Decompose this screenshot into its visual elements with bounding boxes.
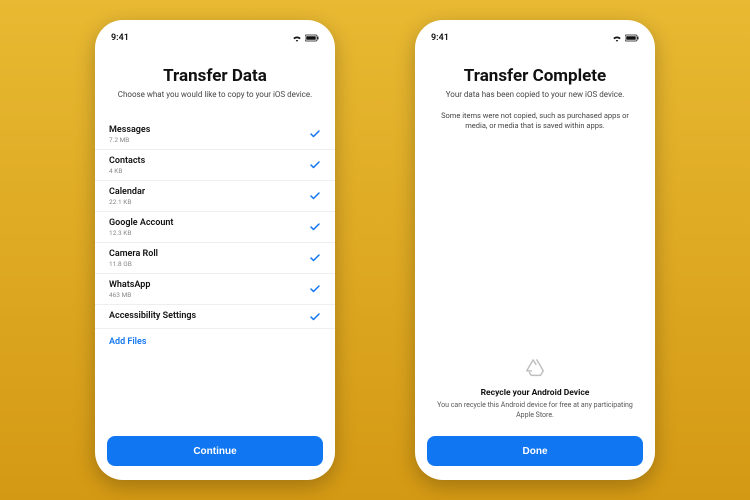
list-item[interactable]: Camera Roll 11.8 GB [95, 243, 335, 274]
list-item-size: 11.8 GB [109, 260, 158, 268]
list-item-label: Contacts [109, 156, 145, 166]
list-item-size: 22.1 KB [109, 198, 145, 206]
check-icon [309, 283, 321, 295]
header: Transfer Data Choose what you would like… [95, 60, 335, 109]
check-icon [309, 159, 321, 171]
recycle-text: You can recycle this Android device for … [433, 401, 637, 420]
status-bar: 9:41 [95, 30, 335, 46]
recycle-block: Recycle your Android Device You can recy… [415, 358, 655, 428]
bottom-area: Done [415, 428, 655, 470]
screen-transfer-data: Transfer Data Choose what you would like… [95, 46, 335, 470]
continue-button[interactable]: Continue [107, 436, 323, 466]
list-item[interactable]: Contacts 4 KB [95, 150, 335, 181]
transfer-list: Messages 7.2 MB Contacts 4 KB Calendar 2… [95, 119, 335, 428]
status-icons [612, 34, 639, 42]
list-item-size: 463 MB [109, 291, 150, 299]
status-time: 9:41 [431, 33, 449, 43]
page-subtitle: Choose what you would like to copy to yo… [113, 90, 317, 101]
list-item-label: Calendar [109, 187, 145, 197]
list-item[interactable]: Calendar 22.1 KB [95, 181, 335, 212]
phone-transfer-complete: 9:41 Transfer Complete Your data has bee… [415, 20, 655, 480]
list-item-size: 4 KB [109, 167, 145, 175]
done-button[interactable]: Done [427, 436, 643, 466]
battery-icon [305, 34, 319, 42]
header: Transfer Complete Your data has been cop… [415, 60, 655, 139]
page-subtitle: Your data has been copied to your new iO… [433, 90, 637, 101]
check-icon [309, 221, 321, 233]
wifi-icon [612, 34, 622, 42]
recycle-title: Recycle your Android Device [433, 388, 637, 398]
check-icon [309, 190, 321, 202]
status-icons [292, 34, 319, 42]
list-item-label: Accessibility Settings [109, 311, 196, 321]
check-icon [309, 128, 321, 140]
list-item[interactable]: WhatsApp 463 MB [95, 274, 335, 305]
status-bar: 9:41 [415, 30, 655, 46]
list-item[interactable]: Messages 7.2 MB [95, 119, 335, 150]
check-icon [309, 252, 321, 264]
list-item-size: 7.2 MB [109, 136, 150, 144]
battery-icon [625, 34, 639, 42]
add-files-link[interactable]: Add Files [95, 329, 335, 347]
list-item-size: 12.3 KB [109, 229, 173, 237]
spacer [415, 139, 655, 358]
list-item-label: WhatsApp [109, 280, 150, 290]
bottom-area: Continue [95, 428, 335, 470]
phone-transfer-data: 9:41 Transfer Data Choose what you would… [95, 20, 335, 480]
page-note: Some items were not copied, such as purc… [433, 111, 637, 131]
list-item[interactable]: Google Account 12.3 KB [95, 212, 335, 243]
list-item-label: Google Account [109, 218, 173, 228]
check-icon [309, 311, 321, 323]
status-time: 9:41 [111, 33, 129, 43]
list-item-label: Camera Roll [109, 249, 158, 259]
list-item-label: Messages [109, 125, 150, 135]
page-title: Transfer Complete [433, 66, 637, 86]
list-item[interactable]: Accessibility Settings [95, 305, 335, 329]
screen-transfer-complete: Transfer Complete Your data has been cop… [415, 46, 655, 470]
wifi-icon [292, 34, 302, 42]
page-title: Transfer Data [113, 66, 317, 86]
recycle-icon [524, 358, 546, 384]
